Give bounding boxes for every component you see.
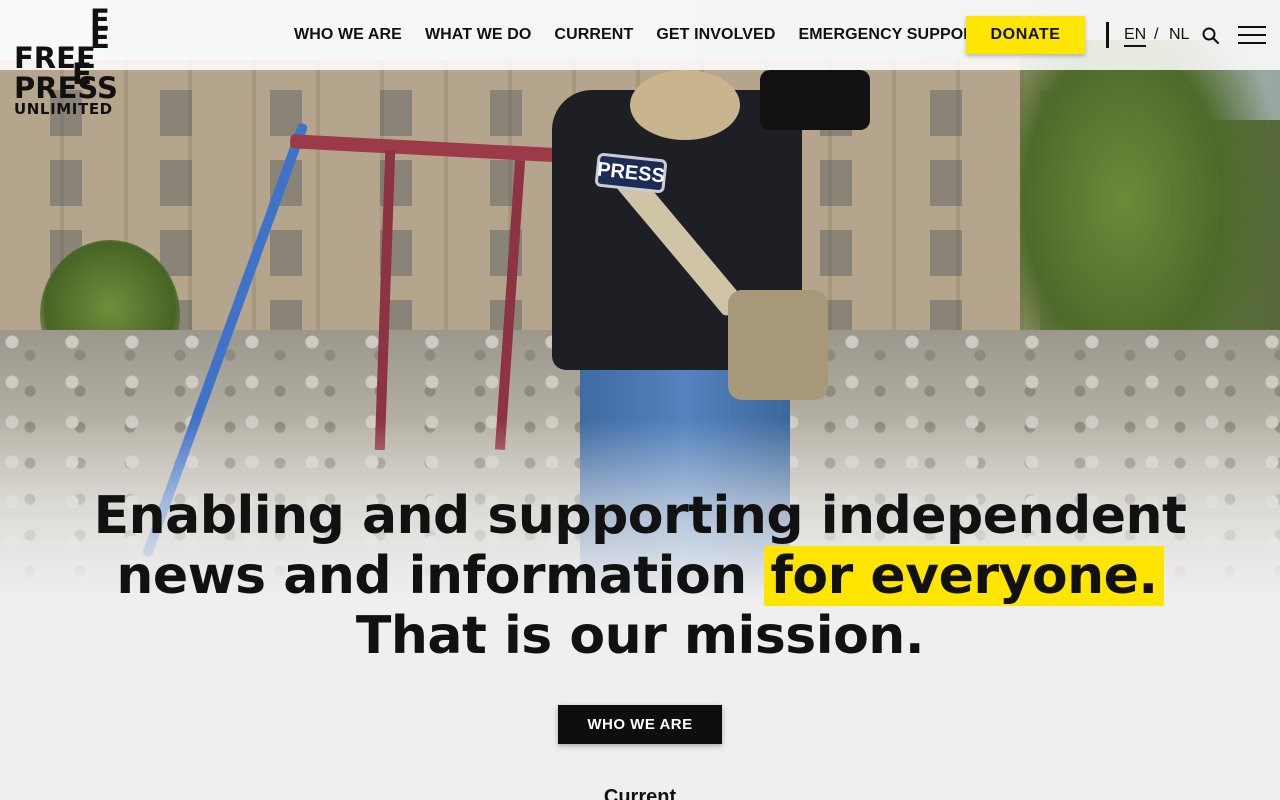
mission-headline: Enabling and supporting independent news… [0, 486, 1280, 666]
logo-row: PRESS [14, 71, 118, 105]
search-icon[interactable] [1201, 26, 1221, 46]
hamburger-menu-icon[interactable] [1238, 26, 1266, 46]
nav-what-we-do[interactable]: WHAT WE DO [425, 26, 531, 44]
nav-who-we-are[interactable]: WHO WE ARE [294, 26, 402, 44]
headline-line-1: Enabling and supporting independent [93, 486, 1187, 546]
who-we-are-button[interactable]: WHO WE ARE [558, 705, 722, 744]
nav-get-involved[interactable]: GET INVOLVED [656, 26, 775, 44]
headline-line-2-text: news and information [116, 546, 765, 606]
language-separator: / [1154, 26, 1159, 43]
site-logo[interactable]: E E FREE E PRESS UNLIMITED [14, 6, 118, 119]
hero-person-hair [630, 70, 740, 140]
hero-bag [728, 290, 828, 400]
site-header: WHO WE ARE WHAT WE DO CURRENT GET INVOLV… [0, 0, 1280, 70]
headline-highlight: for everyone. [764, 546, 1164, 606]
nav-emergency-support[interactable]: EMERGENCY SUPPORT [798, 26, 984, 44]
donate-button[interactable]: DONATE [966, 16, 1085, 54]
current-section-title: Current [603, 786, 677, 800]
nav-divider [1106, 22, 1109, 48]
headline-line-2: news and information for everyone. [0, 546, 1280, 606]
headline-line-3: That is our mission. [355, 606, 925, 666]
hero-camera [760, 70, 870, 130]
logo-unlimited: UNLIMITED [14, 100, 113, 118]
language-nl-link[interactable]: NL [1169, 26, 1189, 44]
press-patch: PRESS [594, 152, 668, 194]
nav-current[interactable]: CURRENT [554, 26, 633, 44]
language-en-link[interactable]: EN [1124, 26, 1147, 47]
main-nav: WHO WE ARE WHAT WE DO CURRENT GET INVOLV… [294, 26, 1008, 44]
